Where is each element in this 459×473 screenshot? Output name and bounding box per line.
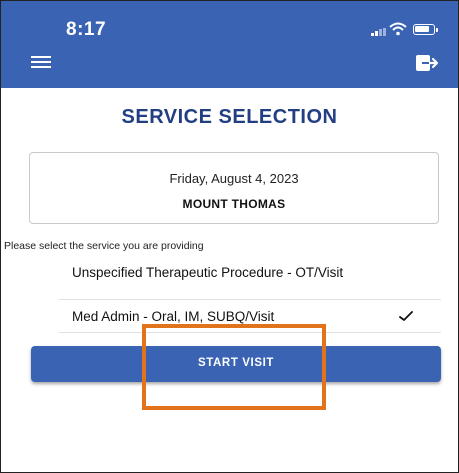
menu-button[interactable] (31, 56, 51, 70)
logout-icon (416, 55, 439, 71)
service-option-label: Med Admin - Oral, IM, SUBQ/Visit (72, 309, 275, 324)
visit-info-card: Friday, August 4, 2023 MOUNT THOMAS (29, 152, 439, 224)
wifi-icon (389, 22, 407, 36)
battery-icon (413, 24, 438, 35)
service-option-med-admin[interactable]: Med Admin - Oral, IM, SUBQ/Visit (59, 300, 441, 333)
page-title: SERVICE SELECTION (121, 106, 338, 128)
logout-button[interactable] (415, 53, 439, 73)
status-time: 8:17 (66, 19, 107, 40)
service-option-label: Unspecified Therapeutic Procedure - OT/V… (72, 265, 344, 280)
visit-date: Friday, August 4, 2023 (169, 171, 299, 186)
service-option-ot-visit[interactable]: Unspecified Therapeutic Procedure - OT/V… (59, 258, 441, 300)
signal-icon (371, 28, 386, 36)
service-prompt: Please select the service you are provid… (4, 240, 204, 252)
start-visit-button[interactable]: START VISIT (31, 346, 441, 382)
visit-location: MOUNT THOMAS (182, 197, 286, 211)
checkmark-icon (399, 311, 413, 321)
app-header: 8:17 (1, 1, 458, 88)
